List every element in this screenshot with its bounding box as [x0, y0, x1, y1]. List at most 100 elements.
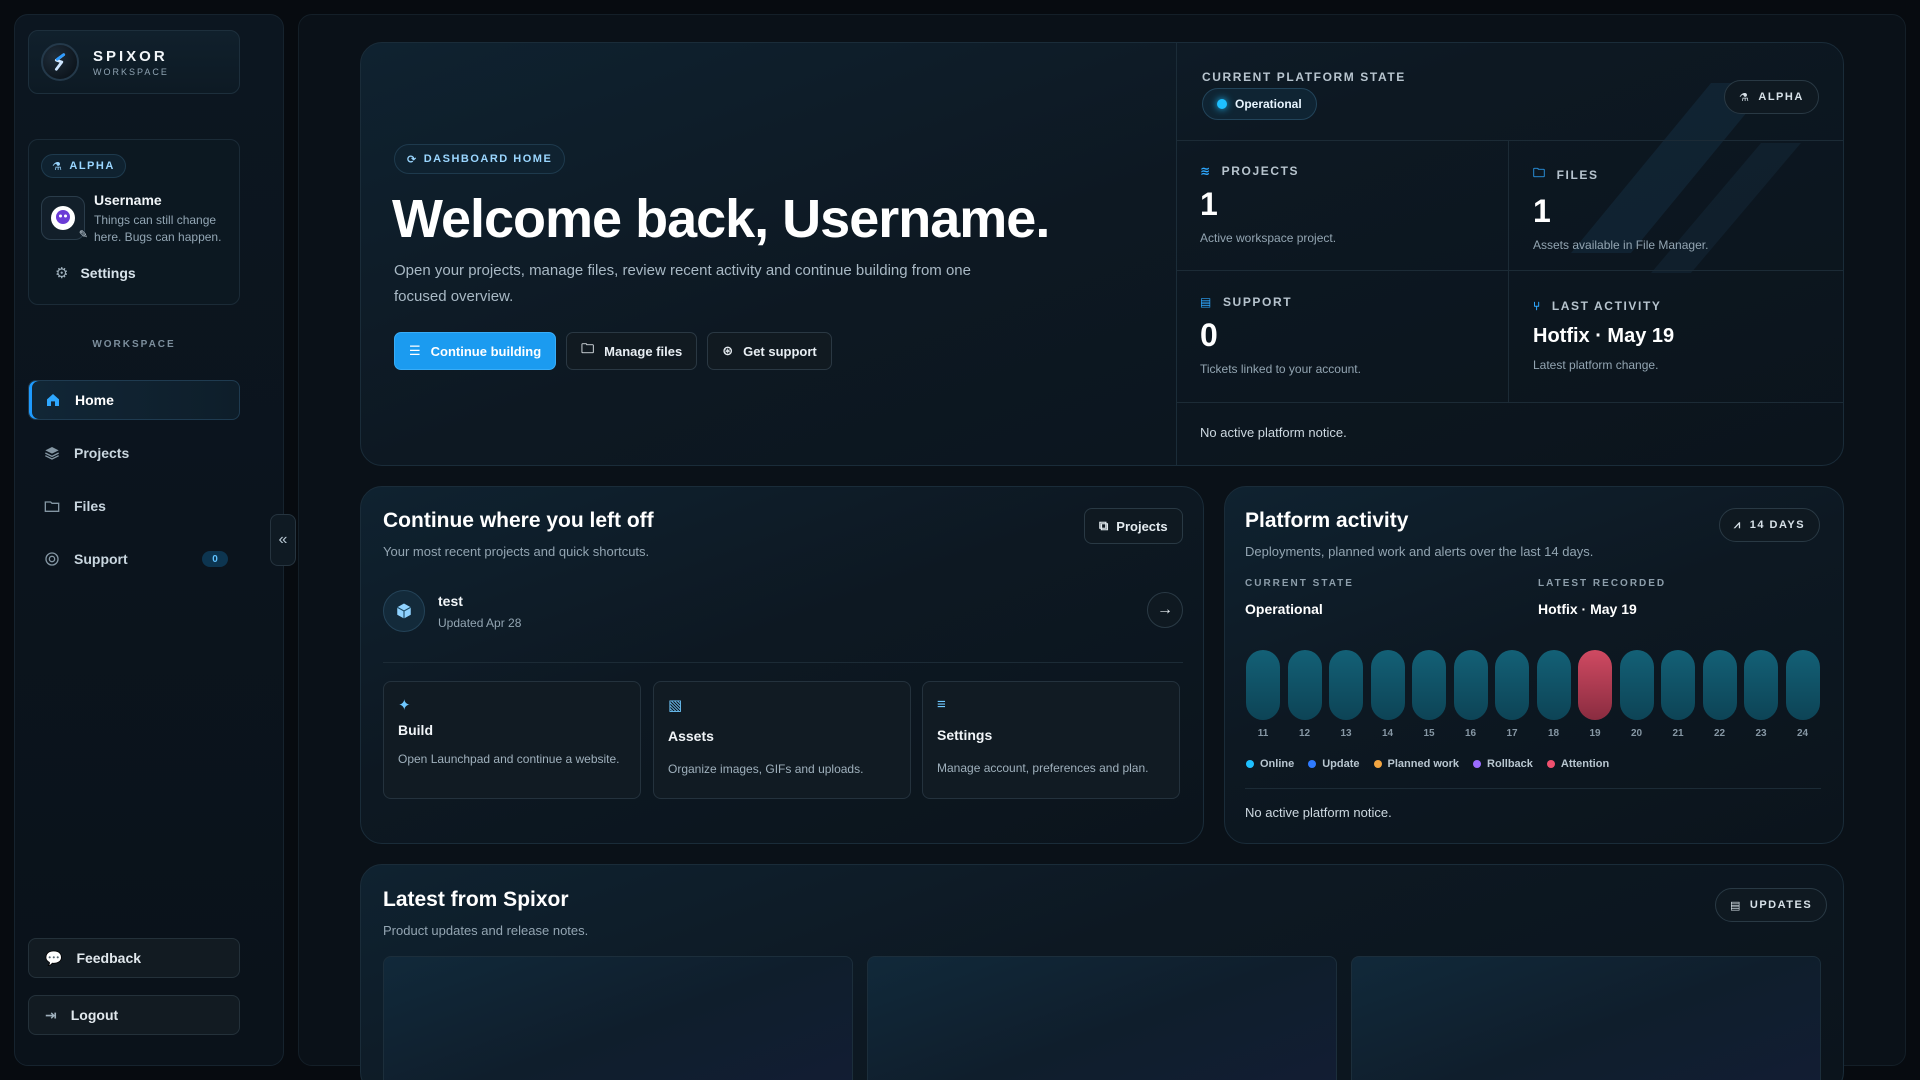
sidebar-item-label: Files [74, 498, 106, 514]
platform-state-value: Operational [1235, 97, 1302, 111]
shortcut-build[interactable]: ✦ Build Open Launchpad and continue a we… [383, 681, 641, 799]
legend-label: Planned work [1387, 758, 1460, 770]
divider [1508, 140, 1509, 402]
brand-name: SPIXOR [93, 47, 168, 65]
recent-subtitle: Your most recent projects and quick shor… [383, 544, 650, 559]
flask-icon: ⚗ [52, 160, 64, 173]
divider [1177, 270, 1843, 271]
activity-day-label: 23 [1755, 728, 1767, 739]
legend-item: Attention [1546, 758, 1609, 770]
activity-bar-20[interactable] [1619, 650, 1654, 720]
activity-bar-11[interactable] [1246, 650, 1280, 720]
layers-icon [45, 447, 59, 460]
platform-notice: No active platform notice. [1200, 425, 1347, 440]
activity-bar-22[interactable] [1702, 650, 1737, 720]
legend-dot-icon [1546, 760, 1555, 768]
activity-bar-16[interactable] [1453, 650, 1488, 720]
settings-label: Settings [80, 265, 136, 281]
activity-bar-13[interactable] [1329, 650, 1363, 720]
activity-day-label: 13 [1340, 728, 1352, 739]
projects-button[interactable]: ⧉ Projects [1084, 508, 1183, 544]
legend-dot-icon [1246, 760, 1254, 768]
activity-title: Platform activity [1245, 509, 1409, 532]
open-project-arrow-icon[interactable]: → [1147, 592, 1183, 628]
project-name: test [438, 593, 463, 609]
sidebar-item-label: Home [75, 392, 114, 408]
manage-files-button[interactable]: 🗀 Manage files [566, 332, 698, 370]
updates-button-label: UPDATES [1749, 899, 1813, 911]
shortcut-settings[interactable]: ≡ Settings Manage account, preferences a… [922, 681, 1180, 799]
sliders-icon: ≡ [937, 696, 946, 713]
activity-day-label: 15 [1423, 728, 1435, 739]
sidebar-item-files[interactable]: Files [28, 486, 240, 526]
sidebar-item-projects[interactable]: Projects [28, 433, 240, 473]
projects-stat[interactable]: ≋ PROJECTS 1 Active workspace project. [1200, 164, 1336, 245]
support-stat-value: 0 [1200, 317, 1218, 353]
last-activity-value: Hotfix · May 19 [1533, 325, 1675, 347]
activity-bar-24[interactable] [1785, 650, 1820, 720]
magic-wand-icon: ✦ [398, 697, 411, 714]
git-branch-icon: ⑂ [1533, 299, 1542, 313]
activity-bar-21[interactable] [1661, 650, 1695, 720]
collapse-sidebar-button[interactable]: « [270, 514, 296, 566]
feedback-button[interactable]: 💬 Feedback [28, 938, 240, 978]
logout-button[interactable]: ⇥ Logout [28, 995, 240, 1035]
legend-label: Online [1260, 758, 1295, 770]
activity-day-label: 12 [1298, 728, 1311, 739]
activity-bar-19[interactable] [1578, 650, 1612, 720]
support-stat-sub: Tickets linked to your account. [1200, 362, 1361, 376]
activity-bar-15[interactable] [1412, 650, 1446, 720]
sidebar-item-support[interactable]: Support 0 [28, 539, 240, 579]
current-state-label: CURRENT STATE [1245, 578, 1354, 589]
project-updated: Updated Apr 28 [438, 616, 522, 630]
avatar[interactable]: ✎ [41, 196, 88, 241]
divider [1177, 402, 1843, 403]
activity-bar-14[interactable] [1370, 650, 1405, 720]
dashboard-home-tag-label: DASHBOARD HOME [423, 153, 553, 165]
alpha-chip: ⚗ ALPHA [1724, 80, 1819, 114]
shortcut-assets[interactable]: ▧ Assets Organize images, GIFs and uploa… [653, 681, 911, 799]
sidebar-item-label: Support [74, 551, 128, 567]
legend-dot-icon [1308, 760, 1317, 768]
activity-bar-23[interactable] [1744, 650, 1778, 720]
logout-label: Logout [70, 1007, 119, 1023]
manage-files-label: Manage files [604, 343, 683, 359]
ticket-icon: ▤ [1200, 295, 1213, 309]
layers-icon: ☰ [409, 343, 421, 358]
brand-sub: WORKSPACE [93, 66, 169, 77]
support-stat[interactable]: ▤ SUPPORT 0 Tickets linked to your accoun… [1200, 295, 1361, 376]
layers-icon: ≋ [1200, 164, 1212, 178]
brand[interactable]: SPIXOR WORKSPACE [28, 30, 240, 94]
user-name: Username [94, 192, 162, 208]
recent-title: Continue where you left off [383, 509, 654, 532]
range-button-label: 14 DAYS [1749, 519, 1806, 531]
user-card: ⚗ ALPHA ✎ Username Things can still chan… [28, 139, 240, 305]
lifebuoy-icon: ⊛ [722, 343, 734, 358]
activity-bar-18[interactable] [1536, 650, 1571, 720]
folder-icon: 🗀 [1533, 166, 1547, 180]
activity-bar-12[interactable] [1287, 650, 1322, 720]
last-activity-stat[interactable]: ⑂ LAST ACTIVITY Hotfix · May 19 Latest pl… [1533, 299, 1674, 372]
activity-bar-17[interactable] [1495, 650, 1529, 720]
sidebar-item-home[interactable]: Home [28, 380, 240, 420]
files-stat[interactable]: 🗀 FILES 1 Assets available in File Manage… [1533, 164, 1708, 252]
activity-notice: No active platform notice. [1245, 805, 1392, 820]
update-tile[interactable] [383, 956, 853, 1080]
settings-link[interactable]: ⚙ Settings [55, 264, 136, 282]
recent-project-row[interactable]: test Updated Apr 28 → [383, 590, 1183, 634]
range-button[interactable]: ⩘ 14 DAYS [1719, 508, 1821, 542]
last-activity-label: LAST ACTIVITY [1551, 299, 1662, 313]
files-stat-sub: Assets available in File Manager. [1533, 238, 1709, 252]
update-tile[interactable] [1351, 956, 1821, 1080]
latest-subtitle: Product updates and release notes. [383, 923, 589, 938]
edit-avatar-icon[interactable]: ✎ [79, 228, 88, 241]
updates-button[interactable]: ▤ UPDATES [1715, 888, 1828, 922]
legend-label: Rollback [1487, 758, 1533, 770]
divider [1245, 788, 1821, 789]
avatar-ghost-icon [51, 206, 75, 230]
divider [383, 662, 1183, 663]
projects-stat-sub: Active workspace project. [1200, 231, 1337, 245]
update-tile[interactable] [867, 956, 1337, 1080]
continue-building-button[interactable]: ☰ Continue building [394, 332, 557, 370]
get-support-button[interactable]: ⊛ Get support [707, 332, 832, 370]
